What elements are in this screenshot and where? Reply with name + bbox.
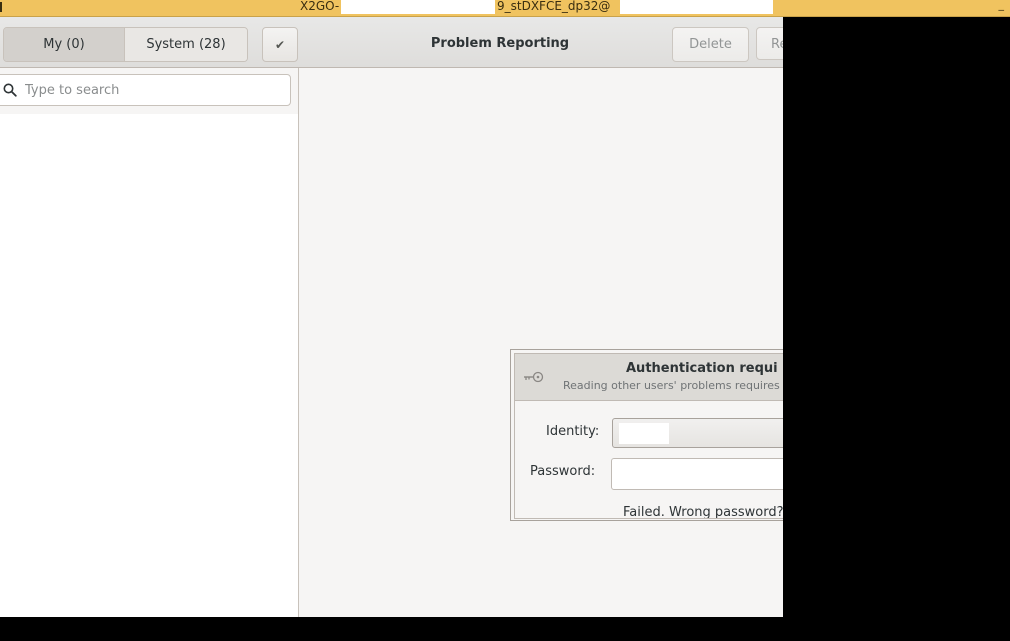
x2go-title-middle: 9_stDXFCE_dp32@ (497, 0, 611, 13)
minimize-icon[interactable]: _ (999, 0, 1005, 10)
authentication-dialog: Authentication requi Reading other users… (510, 349, 810, 521)
report-button[interactable]: Re (756, 27, 783, 60)
window-edge-mark (0, 2, 2, 12)
offscreen-area (783, 17, 1010, 641)
identity-value-redacted (619, 423, 669, 444)
search-box[interactable] (0, 74, 291, 106)
search-input[interactable] (25, 75, 285, 105)
dialog-title: Authentication requi (626, 361, 778, 376)
offscreen-area-bottom (0, 617, 1010, 641)
dialog-header: Authentication requi Reading other users… (515, 354, 807, 401)
tab-system-problems[interactable]: System (28) (125, 28, 247, 61)
checkmark-icon: ✔ (274, 37, 286, 52)
password-label: Password: (530, 464, 596, 479)
header-bar: My (0) System (28) ✔ Problem Reporting D… (0, 17, 783, 68)
x2go-title-prefix: X2GO- (300, 0, 340, 13)
page-title: Problem Reporting (430, 36, 570, 51)
key-icon (524, 371, 544, 383)
password-field[interactable] (611, 458, 807, 490)
redacted-host (620, 0, 773, 14)
problem-details-pane (299, 68, 783, 617)
search-bar (0, 68, 298, 114)
identity-label: Identity: (546, 424, 600, 439)
identity-dropdown[interactable] (612, 418, 807, 448)
selection-mode-button[interactable]: ✔ (262, 27, 298, 62)
search-icon (3, 83, 17, 97)
dialog-subtitle: Reading other users' problems requires (563, 379, 780, 392)
view-switcher: My (0) System (28) (3, 27, 248, 62)
tab-my-problems[interactable]: My (0) (4, 28, 125, 61)
problem-list-sidebar (0, 68, 299, 617)
redacted-session-id (341, 0, 495, 14)
x2go-title-bar: X2GO- 9_stDXFCE_dp32@ _ (0, 0, 1010, 17)
auth-error-message: Failed. Wrong password? (623, 505, 784, 519)
dialog-frame: Authentication requi Reading other users… (514, 353, 808, 519)
delete-button[interactable]: Delete (672, 27, 749, 62)
problem-reporting-window: My (0) System (28) ✔ Problem Reporting D… (0, 17, 783, 617)
